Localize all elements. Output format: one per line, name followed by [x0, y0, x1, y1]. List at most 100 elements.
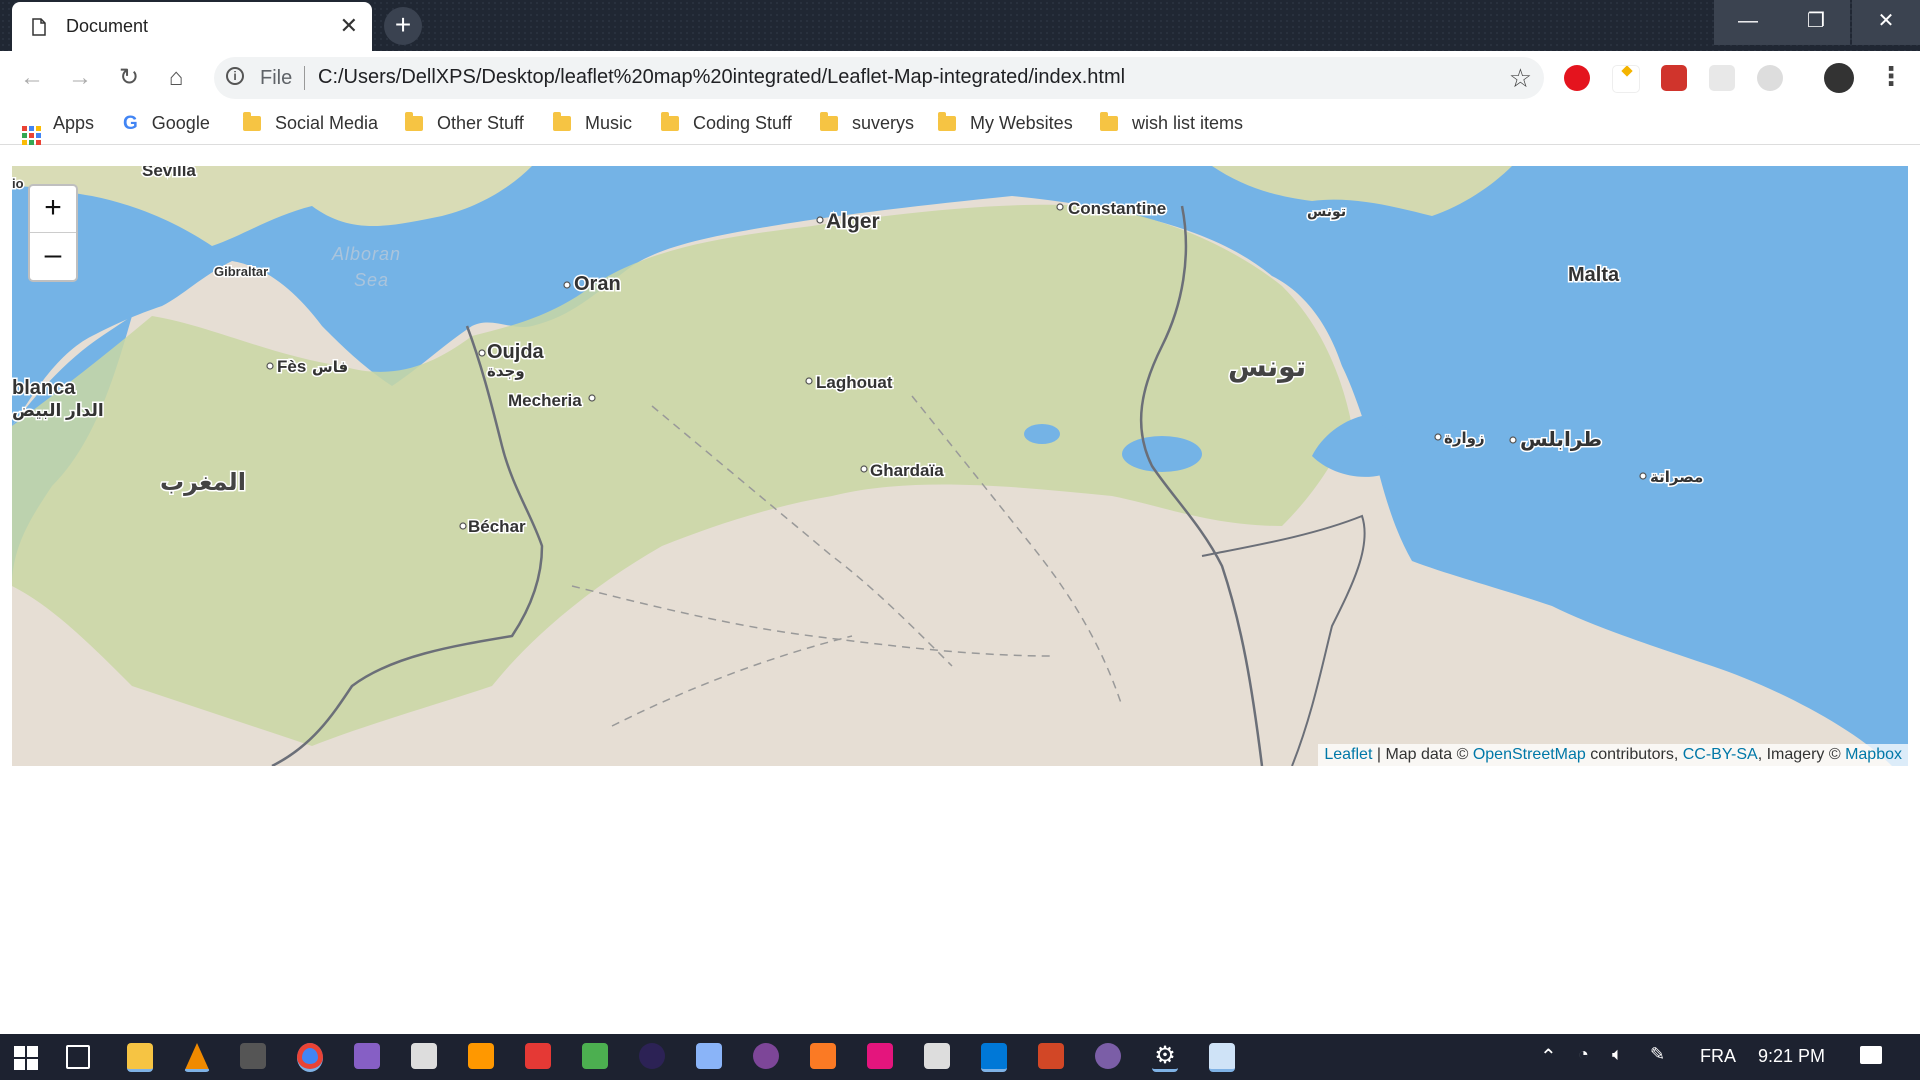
- openstreetmap-link[interactable]: OpenStreetMap: [1473, 746, 1586, 763]
- xampp-icon[interactable]: [810, 1043, 836, 1069]
- notifications-icon[interactable]: [1860, 1046, 1882, 1064]
- bookmark-label: suverys: [852, 113, 915, 133]
- bookmark-label: Coding Stuff: [693, 113, 792, 133]
- map-label-oran: Oran: [574, 273, 621, 295]
- extension-icon[interactable]: [1757, 65, 1783, 91]
- pencil-icon: [1621, 66, 1633, 77]
- map-label-misrata: مصراتة: [1650, 469, 1703, 486]
- start-icon[interactable]: [14, 1046, 38, 1070]
- git-kraken-icon[interactable]: [582, 1043, 608, 1069]
- visual-studio-icon[interactable]: [354, 1043, 380, 1069]
- chrome-icon[interactable]: [297, 1043, 323, 1072]
- ublock-icon[interactable]: [1564, 65, 1590, 91]
- bookmark-folder-other-stuff[interactable]: Other Stuff: [405, 112, 524, 137]
- paint-icon[interactable]: [1209, 1043, 1235, 1072]
- map-label-oujda: Oujda: [487, 341, 545, 363]
- calendar-icon[interactable]: [924, 1043, 950, 1069]
- bookmark-label: Social Media: [275, 113, 379, 133]
- settings-icon[interactable]: ⚙: [1152, 1043, 1178, 1072]
- vscode-icon[interactable]: [981, 1043, 1007, 1072]
- map-label-ghardaia: Ghardaïa: [870, 461, 944, 480]
- bookmark-google[interactable]: G Google: [123, 113, 210, 137]
- google-icon: G: [123, 113, 138, 134]
- box-icon[interactable]: [696, 1043, 722, 1069]
- browser-toolbar: ← → ↻ ⌂ i File C:/Users/DellXPS/Desktop/…: [0, 51, 1920, 106]
- unity-icon[interactable]: [411, 1043, 437, 1069]
- apps-grid-icon: [22, 126, 41, 145]
- map-label-mecheria: Mecheria: [508, 391, 582, 410]
- map-attribution: Leaflet | Map data © OpenStreetMap contr…: [1318, 744, 1908, 766]
- forward-button[interactable]: →: [63, 61, 97, 95]
- css-icon[interactable]: [1612, 65, 1640, 93]
- bookmark-apps[interactable]: Apps: [22, 113, 95, 145]
- tab-title: Document: [66, 16, 149, 36]
- map-label-oujda-ar: وجدة: [487, 363, 525, 380]
- sublime-icon[interactable]: [468, 1043, 494, 1069]
- map-label-morocco: المغرب: [160, 469, 246, 496]
- volume-icon[interactable]: 🔈︎: [1612, 1044, 1623, 1065]
- map-label-malta: Malta: [1568, 264, 1620, 286]
- leaflet-map[interactable]: Sevilla Gibraltar Alboran Sea Oran Alger…: [12, 166, 1908, 766]
- bookmark-label: Music: [585, 113, 633, 133]
- cc-by-sa-link[interactable]: CC-BY-SA: [1683, 746, 1758, 763]
- profile-avatar[interactable]: [1824, 63, 1854, 93]
- close-window-button[interactable]: ✕: [1852, 0, 1920, 45]
- browser-menu-button[interactable]: ⋮: [1878, 63, 1904, 89]
- map-label-constantine: Constantine: [1068, 199, 1166, 218]
- popcorn-icon[interactable]: [525, 1043, 551, 1069]
- bookmark-label: wish list items: [1132, 113, 1244, 133]
- kali-icon[interactable]: [240, 1043, 266, 1069]
- info-icon[interactable]: i: [226, 67, 244, 85]
- map-label-fes: Fès: [277, 357, 306, 376]
- bookmark-folder-coding-stuff[interactable]: Coding Stuff: [661, 112, 792, 137]
- minimize-button[interactable]: —: [1714, 0, 1782, 45]
- vlc-icon[interactable]: [184, 1043, 210, 1072]
- address-bar[interactable]: i File C:/Users/DellXPS/Desktop/leaflet%…: [214, 57, 1544, 99]
- eclipse-icon[interactable]: [639, 1043, 665, 1069]
- zoom-out-button[interactable]: –: [30, 233, 76, 279]
- pen-icon[interactable]: ✎: [1650, 1044, 1665, 1065]
- map-label-sevilla: Sevilla: [142, 166, 196, 180]
- language-indicator[interactable]: FRA: [1700, 1046, 1736, 1067]
- extension-icon[interactable]: [1709, 65, 1735, 91]
- map-label-tripoli: طرابلس: [1520, 429, 1602, 451]
- cors-icon[interactable]: [1661, 65, 1687, 91]
- tab-document[interactable]: Document ✕: [12, 2, 372, 51]
- home-button[interactable]: ⌂: [159, 61, 193, 95]
- bookmark-folder-my-websites[interactable]: My Websites: [938, 112, 1073, 137]
- map-label-alboran-sea-1: Alboran: [331, 244, 401, 264]
- reload-button[interactable]: ↻: [112, 61, 146, 95]
- map-label-casablanca-ar: الدار البيض: [12, 401, 104, 421]
- url-text[interactable]: C:/Users/DellXPS/Desktop/leaflet%20map%2…: [318, 66, 1125, 89]
- eclipse-ee-icon[interactable]: [1095, 1043, 1121, 1069]
- zoom-in-button[interactable]: +: [30, 186, 76, 233]
- show-hidden-icons-icon[interactable]: ⌃: [1540, 1044, 1557, 1069]
- tab-close-button[interactable]: ✕: [340, 13, 358, 39]
- bookmark-label: Apps: [53, 113, 95, 133]
- clock[interactable]: 9:21 PM: [1758, 1046, 1825, 1067]
- bookmark-folder-social-media[interactable]: Social Media: [243, 112, 379, 137]
- browser-titlebar: Document ✕ + — ❐ ✕: [0, 0, 1920, 51]
- windows-taskbar: ⚙ ⌃ ◔ 🔈︎ ✎ FRA 9:21 PM: [0, 1034, 1920, 1080]
- powerpoint-icon[interactable]: [1038, 1043, 1064, 1069]
- restore-button[interactable]: ❐: [1782, 0, 1850, 45]
- new-tab-button[interactable]: +: [384, 7, 422, 45]
- zoom-control: + –: [28, 184, 78, 282]
- attribution-text-3: , Imagery ©: [1757, 746, 1846, 763]
- mapbox-link[interactable]: Mapbox: [1845, 746, 1902, 763]
- bookmark-folder-suverys[interactable]: suverys: [820, 112, 915, 137]
- bookmark-folder-wish-list-items[interactable]: wish list items: [1100, 112, 1244, 137]
- bookmark-label: My Websites: [970, 113, 1073, 133]
- file-explorer-icon[interactable]: [127, 1043, 153, 1072]
- folder-icon: [820, 112, 838, 131]
- map-label-tunisia-ar: تونس: [1228, 351, 1306, 383]
- task-view-icon[interactable]: [66, 1045, 90, 1069]
- map-label-casablanca: blanca: [12, 377, 76, 399]
- tor-icon[interactable]: [753, 1043, 779, 1069]
- bookmark-star-icon[interactable]: ☆: [1509, 63, 1532, 94]
- back-button[interactable]: ←: [15, 61, 49, 95]
- intellij-icon[interactable]: [867, 1043, 893, 1069]
- bookmark-folder-music[interactable]: Music: [553, 112, 633, 137]
- wifi-icon[interactable]: ◔: [1578, 1044, 1589, 1065]
- leaflet-link[interactable]: Leaflet: [1324, 746, 1372, 763]
